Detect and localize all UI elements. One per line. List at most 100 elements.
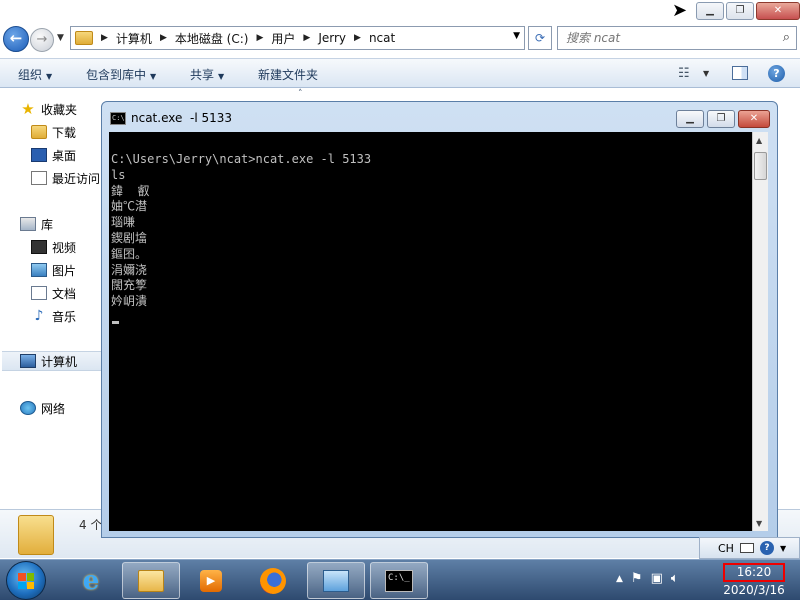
chevron-down-icon: ▼	[218, 72, 225, 81]
share-menu[interactable]: 共享 ▼	[190, 66, 224, 83]
scroll-up-icon[interactable]: ▲	[756, 136, 762, 145]
clock-date: 2020/3/16	[723, 583, 785, 597]
back-arrow-icon[interactable]: ←	[3, 26, 29, 52]
taskbar-remote-desktop[interactable]	[307, 562, 365, 599]
chevron-right-icon[interactable]: ▶	[256, 33, 263, 43]
music-icon: ♪	[34, 308, 44, 324]
breadcrumb-jerry[interactable]: Jerry	[318, 31, 346, 45]
maximize-button[interactable]: ❐	[726, 2, 754, 20]
desktop-icon	[31, 148, 47, 162]
chevron-down-icon[interactable]: ▼	[780, 544, 786, 553]
chevron-down-icon[interactable]: ▼	[703, 69, 709, 78]
help-icon[interactable]: ?	[759, 541, 774, 555]
system-tray: ▲ ⚑ ▣ 🔈︎	[616, 571, 679, 586]
console-output[interactable]: C:\Users\Jerry\ncat>ncat.exe -l 5133 ls 鍏 …	[109, 132, 752, 531]
scroll-down-icon[interactable]: ▼	[756, 519, 762, 528]
document-icon	[31, 286, 47, 300]
language-indicator[interactable]: CH	[718, 542, 734, 555]
breadcrumb-users[interactable]: 用户	[271, 30, 295, 47]
nav-pictures[interactable]: 图片	[31, 260, 76, 280]
console-minimize-button[interactable]: ▁	[676, 110, 704, 128]
video-icon	[31, 240, 47, 254]
console-maximize-button[interactable]: ❐	[707, 110, 735, 128]
forward-arrow-icon[interactable]: →	[30, 28, 54, 52]
nav-desktop-label: 桌面	[52, 148, 77, 163]
refresh-icon[interactable]: ⟳	[528, 26, 552, 50]
search-input[interactable]	[558, 27, 758, 49]
item-count: 4 个	[79, 518, 103, 532]
flag-icon[interactable]: ⚑	[631, 571, 643, 586]
console-close-button[interactable]: ✕	[738, 110, 770, 128]
picture-icon	[31, 263, 47, 277]
organize-menu[interactable]: 组织 ▼	[18, 66, 52, 83]
nav-libraries-label: 库	[41, 217, 54, 232]
console-line: 鍥剧墖	[111, 230, 148, 245]
chevron-right-icon[interactable]: ▶	[303, 33, 310, 43]
search-box[interactable]: ⌕	[557, 26, 797, 50]
help-icon[interactable]: ?	[768, 65, 785, 82]
chevron-right-icon[interactable]: ▶	[354, 33, 361, 43]
recent-places-icon	[31, 171, 47, 185]
breadcrumb-ncat[interactable]: ncat	[369, 31, 395, 45]
console-line: 闊充箰	[111, 278, 148, 293]
console-window[interactable]: C:\ ncat.exe -l 5133 ▁ ❐ ✕ C:\Users\Jerr…	[101, 101, 778, 538]
taskbar-media-player[interactable]: ▶	[182, 562, 240, 599]
breadcrumb-local-disk[interactable]: 本地磁盘 (C:)	[175, 30, 249, 47]
console-line: ls	[111, 167, 126, 182]
nav-favorites[interactable]: ★ 收藏夹	[20, 99, 77, 119]
console-line: 鏂囨。	[111, 246, 148, 261]
address-bar[interactable]: ▶ 计算机 ▶ 本地磁盘 (C:) ▶ 用户 ▶ Jerry ▶ ncat ▼	[70, 26, 525, 50]
address-row: ← → ▼ ▶ 计算机 ▶ 本地磁盘 (C:) ▶ 用户 ▶ Jerry ▶ n…	[0, 22, 800, 54]
minimize-button[interactable]: ▁	[696, 2, 724, 20]
close-button[interactable]: ✕	[756, 2, 800, 20]
include-library-menu[interactable]: 包含到库中 ▼	[86, 66, 156, 83]
nav-documents[interactable]: 文档	[31, 283, 76, 303]
chevron-right-icon[interactable]: ▶	[101, 33, 108, 43]
nav-computer-label: 计算机	[41, 354, 78, 369]
view-options-icon[interactable]: ☷	[678, 66, 690, 81]
console-text: C:\Users\Jerry\ncat>ncat.exe -l 5133 ls 鍏 …	[111, 152, 371, 310]
console-scrollbar[interactable]: ▲ ▼	[752, 132, 768, 531]
nav-computer[interactable]: 计算机	[2, 351, 101, 371]
breadcrumb-computer[interactable]: 计算机	[116, 30, 152, 47]
nav-downloads-label: 下载	[52, 125, 77, 140]
console-line: 妯℃澘	[111, 199, 148, 214]
nav-music[interactable]: ♪ 音乐	[31, 306, 76, 326]
language-bar[interactable]: CH ? ▼	[699, 537, 800, 559]
console-line: 妗岄潰	[111, 294, 148, 309]
preview-pane-icon[interactable]	[732, 66, 748, 80]
command-bar: 组织 ▼ 包含到库中 ▼ 共享 ▼ 新建文件夹 ☷ ▼ ?	[0, 58, 800, 88]
taskbar-firefox[interactable]	[244, 562, 302, 599]
volume-icon[interactable]: 🔈︎	[671, 571, 679, 586]
new-folder-button[interactable]: 新建文件夹	[258, 66, 318, 83]
show-hidden-icons-icon[interactable]: ▲	[616, 574, 623, 584]
nav-recent[interactable]: 最近访问	[31, 168, 100, 188]
new-folder-label: 新建文件夹	[258, 68, 319, 82]
console-titlebar: C:\ ncat.exe -l 5133	[110, 109, 232, 127]
nav-videos-label: 视频	[52, 240, 77, 255]
search-icon[interactable]: ⌕	[783, 30, 790, 45]
taskbar-explorer[interactable]	[122, 562, 180, 599]
network-icon[interactable]: ▣	[651, 571, 663, 586]
chevron-down-icon[interactable]: ▼	[513, 31, 520, 41]
taskbar-ie[interactable]: e	[62, 562, 120, 599]
nav-network[interactable]: 网络	[20, 398, 65, 418]
chevron-down-icon: ▼	[150, 72, 157, 81]
windows-logo-icon	[18, 573, 34, 589]
nav-pictures-label: 图片	[52, 263, 77, 278]
keyboard-icon[interactable]	[739, 543, 754, 553]
start-button[interactable]	[6, 561, 46, 600]
chevron-right-icon[interactable]: ▶	[160, 33, 167, 43]
nav-libraries[interactable]: 库	[20, 214, 53, 234]
taskbar-cmd[interactable]: C:\_	[370, 562, 428, 599]
clock-time: 16:20	[723, 563, 785, 582]
scroll-thumb[interactable]	[754, 152, 767, 180]
nav-downloads[interactable]: 下载	[31, 122, 76, 142]
clock[interactable]: 16:20 2020/3/16	[714, 563, 794, 597]
nav-desktop[interactable]: 桌面	[31, 145, 76, 165]
nav-videos[interactable]: 视频	[31, 237, 76, 257]
firefox-icon	[260, 567, 286, 594]
recent-pages-dropdown[interactable]: ▼	[57, 33, 64, 43]
remote-desktop-icon	[323, 569, 349, 592]
cmd-icon: C:\_	[385, 569, 413, 592]
